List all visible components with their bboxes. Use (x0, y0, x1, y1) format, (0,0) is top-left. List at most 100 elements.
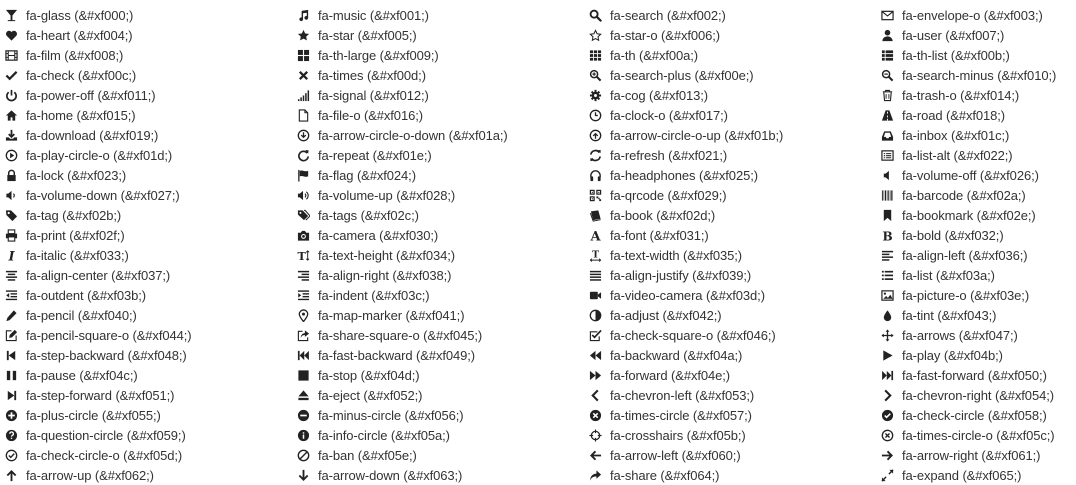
icon-label: fa-fast-backward (&#xf049;) (318, 348, 475, 363)
icon-label: fa-step-forward (&#xf051;) (26, 387, 175, 403)
icon-label: fa-step-backward (&#xf048;) (26, 348, 187, 363)
icon-entry: fa-th-list (&#xf00b;) (880, 45, 1076, 65)
icon-entry: fa-times (&#xf00d;) (296, 65, 588, 85)
icon-unicode: (&#xf063;) (403, 467, 463, 483)
icon-label: fa-outdent (&#xf03b;) (26, 288, 146, 303)
icon-unicode: (&#xf055;) (101, 407, 161, 423)
icon-entry: fa-step-forward (&#xf051;) (4, 385, 296, 405)
icon-class-name: fa-pencil-square-o (26, 327, 129, 343)
icon-unicode: (&#xf021;) (668, 147, 728, 163)
icon-unicode: (&#xf02a;) (966, 187, 1026, 203)
icon-label: fa-bold (&#xf032;) (902, 228, 1004, 243)
icon-label: fa-volume-down (&#xf027;) (26, 188, 180, 203)
icon-label: fa-forward (&#xf04e;) (610, 368, 730, 383)
icon-unicode: (&#xf01c;) (950, 127, 1010, 143)
icon-unicode: (&#xf001;) (369, 7, 429, 23)
icon-entry: fa-print (&#xf02f;) (4, 225, 296, 245)
icon-class-name: fa-headphones (610, 167, 696, 183)
icon-entry: fa-volume-down (&#xf027;) (4, 185, 296, 205)
icon-unicode: (&#xf045;) (423, 327, 483, 343)
volume-down-icon (4, 188, 18, 202)
heart-icon (4, 28, 18, 42)
icon-label: fa-book (&#xf02d;) (610, 208, 715, 223)
icon-entry: fa-check-circle-o (&#xf05d;) (4, 445, 296, 465)
svg-text:T: T (592, 249, 599, 260)
icon-unicode: (&#xf061;) (981, 447, 1041, 463)
icon-unicode: (&#xf044;) (132, 327, 192, 343)
tint-icon (880, 308, 894, 322)
icon-class-name: fa-stop (318, 367, 358, 383)
icon-unicode: (&#xf02b;) (62, 207, 122, 223)
icon-entry: fa-chevron-right (&#xf054;) (880, 385, 1076, 405)
icon-unicode: (&#xf022;) (953, 147, 1013, 163)
icon-label: fa-glass (&#xf000;) (26, 8, 133, 23)
svg-text:B: B (882, 229, 892, 241)
icon-class-name: fa-text-width (610, 247, 680, 263)
icon-unicode: (&#xf025;) (698, 167, 758, 183)
road-icon (880, 108, 894, 122)
icon-label: fa-barcode (&#xf02a;) (902, 188, 1026, 203)
icon-label: fa-road (&#xf018;) (902, 108, 1005, 123)
icon-class-name: fa-step-forward (26, 387, 112, 403)
icon-label: fa-arrow-circle-o-up (&#xf01b;) (610, 128, 783, 143)
stop-icon (296, 368, 310, 382)
barcode-icon (880, 188, 894, 202)
icon-entry: fa-file-o (&#xf016;) (296, 105, 588, 125)
icon-label: fa-lock (&#xf023;) (26, 168, 126, 183)
icon-label: fa-home (&#xf015;) (26, 108, 136, 123)
icon-class-name: fa-font (610, 227, 647, 243)
icon-label: fa-th-list (&#xf00b;) (902, 48, 1010, 63)
icon-unicode: (&#xf040;) (77, 307, 137, 323)
icon-class-name: fa-arrows (902, 327, 956, 343)
icon-entry: fa-times-circle (&#xf057;) (588, 405, 880, 425)
align-left-icon (880, 248, 894, 262)
icon-unicode: (&#xf036;) (968, 247, 1028, 263)
envelope-o-icon (880, 8, 894, 22)
icon-class-name: fa-arrow-circle-o-down (318, 127, 446, 143)
icon-class-name: fa-star-o (610, 27, 658, 43)
icon-class-name: fa-repeat (318, 147, 370, 163)
cog-icon (588, 88, 602, 102)
icon-unicode: (&#xf042;) (662, 307, 722, 323)
picture-o-icon (880, 288, 894, 302)
icon-label: fa-arrow-down (&#xf063;) (318, 468, 462, 483)
icon-label: fa-arrow-up (&#xf062;) (26, 468, 154, 483)
icon-entry: fa-align-center (&#xf037;) (4, 265, 296, 285)
arrows-icon (880, 328, 894, 342)
icon-entry: fa-plus-circle (&#xf055;) (4, 405, 296, 425)
icon-class-name: fa-envelope-o (902, 7, 981, 23)
icon-label: fa-align-right (&#xf038;) (318, 268, 451, 283)
glass-icon (4, 8, 18, 22)
icon-class-name: fa-heart (26, 27, 71, 43)
icon-unicode: (&#xf050;) (987, 367, 1047, 383)
icon-class-name: fa-backward (610, 347, 680, 363)
step-backward-icon (4, 348, 18, 362)
icon-entry: fa-expand (&#xf065;) (880, 465, 1076, 485)
icon-class-name: fa-fast-forward (902, 367, 985, 383)
icon-entry: Bfa-bold (&#xf032;) (880, 225, 1076, 245)
arrow-right-icon (880, 448, 894, 462)
align-center-icon (4, 268, 18, 282)
icon-class-name: fa-video-camera (610, 287, 703, 303)
play-icon (880, 348, 894, 362)
icon-unicode: (&#xf05c;) (996, 427, 1055, 443)
icon-class-name: fa-question-circle (26, 427, 124, 443)
icon-entry: fa-download (&#xf019;) (4, 125, 296, 145)
icon-entry: fa-star-o (&#xf006;) (588, 25, 880, 45)
icon-entry: Tfa-text-height (&#xf034;) (296, 245, 588, 265)
icon-class-name: fa-info-circle (318, 427, 388, 443)
icon-label: fa-pause (&#xf04c;) (26, 368, 138, 383)
icon-unicode: (&#xf037;) (111, 267, 171, 283)
icon-unicode: (&#xf011;) (97, 87, 156, 103)
expand-icon (880, 468, 894, 482)
svg-text:T: T (297, 250, 306, 262)
icon-label: fa-share (&#xf064;) (610, 468, 719, 483)
icon-entry: fa-glass (&#xf000;) (4, 5, 296, 25)
icon-entry: fa-play (&#xf04b;) (880, 345, 1076, 365)
icon-label: fa-music (&#xf001;) (318, 8, 429, 23)
icon-class-name: fa-volume-up (318, 187, 393, 203)
icon-class-name: fa-music (318, 7, 367, 23)
icon-unicode: (&#xf041;) (405, 307, 465, 323)
power-off-icon (4, 88, 18, 102)
icon-class-name: fa-flag (318, 167, 354, 183)
